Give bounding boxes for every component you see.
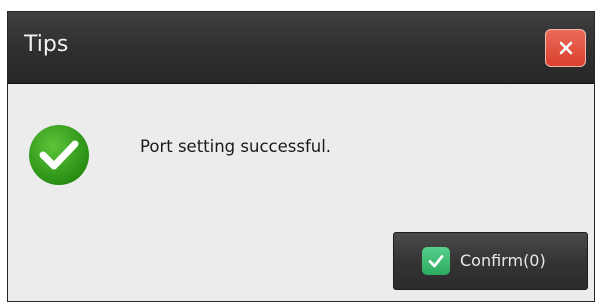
close-button[interactable] <box>545 29 586 67</box>
close-icon <box>559 41 572 55</box>
confirm-label: Confirm(0) <box>460 251 546 270</box>
tips-dialog: Tips Port setting successful. Confirm(0) <box>7 11 595 302</box>
dialog-title: Tips <box>24 32 69 57</box>
status-message: Port setting successful. <box>140 137 332 156</box>
success-check-icon <box>29 125 89 185</box>
dialog-titlebar: Tips <box>8 12 594 84</box>
confirm-button[interactable]: Confirm(0) <box>393 232 588 290</box>
checkbox-checked-icon <box>422 247 450 275</box>
